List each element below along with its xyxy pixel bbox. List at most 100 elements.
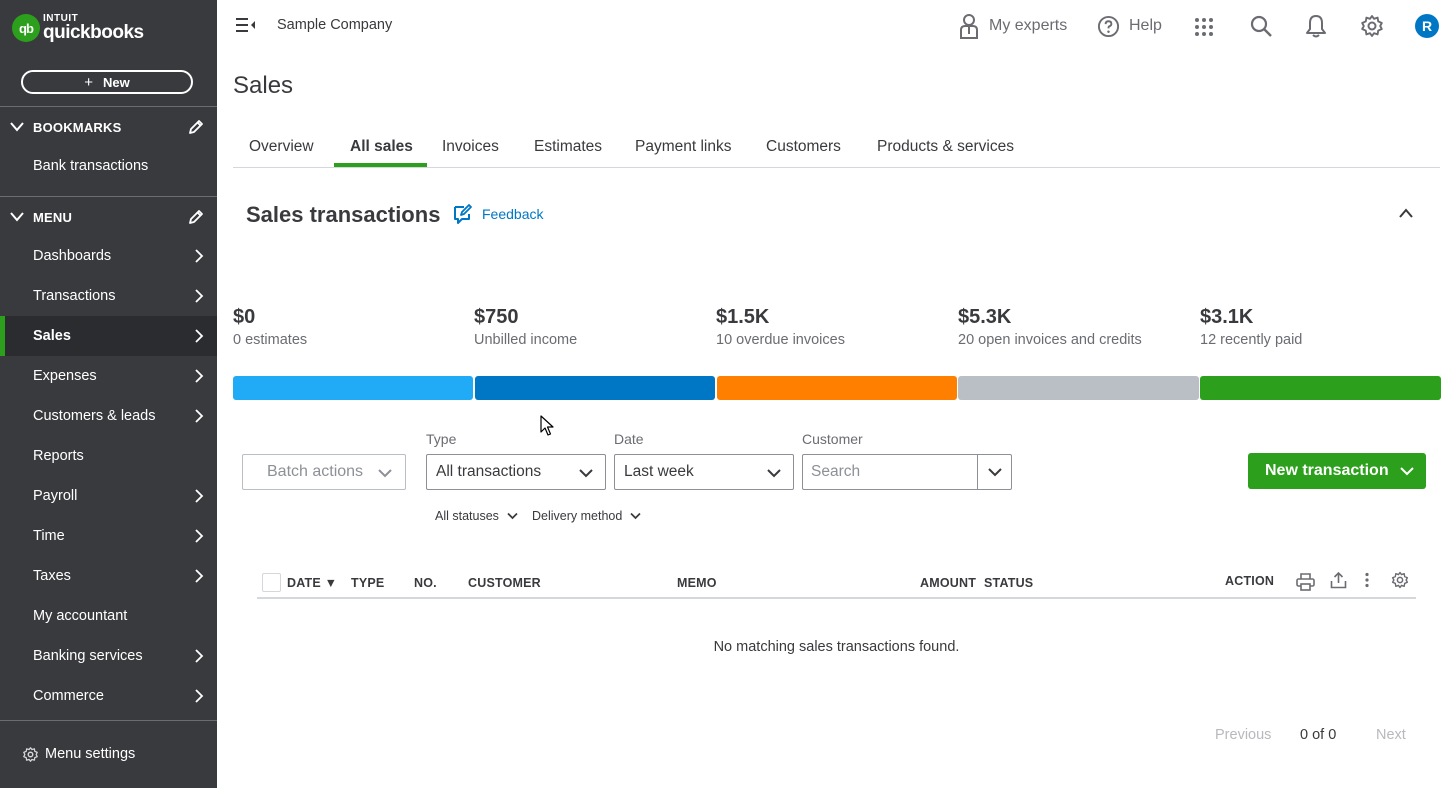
sidebar-item-dashboards[interactable]: Dashboards <box>0 236 217 276</box>
pagination-count: 0 of 0 <box>1300 727 1337 743</box>
tab-customers[interactable]: Customers <box>766 138 841 156</box>
my-experts-button[interactable]: My experts <box>958 12 1067 40</box>
sidebar-divider <box>0 196 217 197</box>
pagination-previous[interactable]: Previous <box>1215 727 1271 743</box>
bookmarks-section-toggle[interactable]: BOOKMARKS <box>0 112 217 142</box>
bookmark-item-bank-transactions[interactable]: Bank transactions <box>0 146 217 186</box>
chevron-right-icon <box>195 569 204 583</box>
collapse-chevron-up-icon[interactable] <box>1398 207 1414 219</box>
chevron-right-icon <box>195 489 204 503</box>
stat-open-invoices[interactable]: $5.3K 20 open invoices and credits <box>958 306 1142 348</box>
sidebar-item-transactions[interactable]: Transactions <box>0 276 217 316</box>
bookmarks-label: BOOKMARKS <box>33 119 122 135</box>
column-header-memo[interactable]: MEMO <box>677 576 717 590</box>
collapse-menu-icon[interactable] <box>235 16 257 34</box>
money-bar-segment-open[interactable] <box>958 376 1199 400</box>
menu-section-toggle[interactable]: MENU <box>0 202 217 232</box>
more-options-icon[interactable] <box>1364 572 1370 588</box>
customer-search-combobox <box>802 454 1012 490</box>
edit-menu-pencil-icon[interactable] <box>187 208 205 226</box>
stat-estimates[interactable]: $0 0 estimates <box>233 306 307 348</box>
batch-actions-dropdown[interactable]: Batch actions <box>242 454 406 490</box>
status-filter-dropdown[interactable]: All statuses <box>435 509 518 523</box>
sidebar-item-reports[interactable]: Reports <box>0 436 217 476</box>
date-filter-select[interactable]: Last week <box>614 454 794 490</box>
new-transaction-button[interactable]: New transaction <box>1248 453 1426 489</box>
column-header-no[interactable]: NO. <box>414 576 437 590</box>
sidebar-item-my-accountant[interactable]: My accountant <box>0 596 217 636</box>
edit-bookmarks-pencil-icon[interactable] <box>187 118 205 136</box>
feedback-link[interactable]: Feedback <box>452 203 543 225</box>
tab-estimates[interactable]: Estimates <box>534 138 602 156</box>
type-filter-select[interactable]: All transactions <box>426 454 606 490</box>
tab-products-services[interactable]: Products & services <box>877 138 1014 156</box>
chevron-right-icon <box>195 329 204 343</box>
sidebar-item-customers-leads[interactable]: Customers & leads <box>0 396 217 436</box>
pagination-next[interactable]: Next <box>1376 727 1406 743</box>
date-filter-value: Last week <box>624 463 694 480</box>
sidebar-item-label: Sales <box>33 328 71 344</box>
notifications-bell-icon[interactable] <box>1305 14 1327 38</box>
tab-overview[interactable]: Overview <box>249 138 314 156</box>
chevron-right-icon <box>195 289 204 303</box>
transactions-table-header: DATE ▼ TYPE NO. CUSTOMER MEMO AMOUNT STA… <box>257 568 1416 599</box>
feedback-icon <box>454 204 472 224</box>
logo-product-text: quickbooks <box>43 22 144 43</box>
money-bar-segment-paid[interactable] <box>1200 376 1441 400</box>
export-icon[interactable] <box>1330 571 1347 589</box>
help-button[interactable]: Help <box>1097 12 1162 40</box>
section-title: Sales transactions <box>246 202 441 227</box>
search-divider <box>977 455 978 489</box>
sidebar-item-expenses[interactable]: Expenses <box>0 356 217 396</box>
user-avatar[interactable]: R <box>1415 14 1439 38</box>
company-name[interactable]: Sample Company <box>277 17 392 33</box>
chevron-down-icon[interactable] <box>987 466 1003 478</box>
sidebar-item-label: Payroll <box>33 488 78 504</box>
tab-invoices[interactable]: Invoices <box>442 138 499 156</box>
search-icon[interactable] <box>1249 14 1273 38</box>
column-header-status[interactable]: STATUS <box>984 576 1033 590</box>
column-header-date[interactable]: DATE ▼ <box>287 576 337 590</box>
column-header-customer[interactable]: CUSTOMER <box>468 576 541 590</box>
chevron-right-icon <box>195 369 204 383</box>
sidebar-item-payroll[interactable]: Payroll <box>0 476 217 516</box>
chevron-right-icon <box>195 529 204 543</box>
stat-recently-paid[interactable]: $3.1K 12 recently paid <box>1200 306 1302 348</box>
chevron-right-icon <box>195 649 204 663</box>
sales-tabs: Overview All sales Invoices Estimates Pa… <box>233 130 1440 168</box>
new-transaction-label: New transaction <box>1265 462 1389 479</box>
tab-payment-links[interactable]: Payment links <box>635 138 731 156</box>
stat-value: $1.5K <box>716 306 770 328</box>
sidebar-item-banking-services[interactable]: Banking services <box>0 636 217 676</box>
chevron-down-icon <box>507 512 518 520</box>
page-title: Sales <box>233 72 294 99</box>
quickbooks-logo[interactable]: qb INTUIT quickbooks <box>12 14 144 42</box>
sidebar-item-taxes[interactable]: Taxes <box>0 556 217 596</box>
money-bar-segment-overdue[interactable] <box>717 376 957 400</box>
tab-all-sales[interactable]: All sales <box>350 138 413 156</box>
sidebar-item-commerce[interactable]: Commerce <box>0 676 217 716</box>
delivery-method-dropdown[interactable]: Delivery method <box>532 509 641 523</box>
sidebar-item-sales[interactable]: Sales <box>0 316 217 356</box>
apps-grid-icon[interactable] <box>1194 17 1214 37</box>
menu-settings-button[interactable]: Menu settings <box>0 734 217 774</box>
stat-unbilled-income[interactable]: $750 Unbilled income <box>474 306 577 348</box>
sidebar-item-time[interactable]: Time <box>0 516 217 556</box>
money-bar-segment-unbilled[interactable] <box>475 376 715 400</box>
feedback-label: Feedback <box>482 206 544 222</box>
customer-filter-label: Customer <box>802 431 863 447</box>
stat-overdue-invoices[interactable]: $1.5K 10 overdue invoices <box>716 306 845 348</box>
chevron-down-icon <box>630 512 641 520</box>
table-settings-gear-icon[interactable] <box>1391 571 1409 589</box>
plus-icon: + <box>84 73 94 91</box>
customer-search-input[interactable] <box>803 455 977 489</box>
select-all-checkbox[interactable] <box>262 573 281 592</box>
stat-label: 0 estimates <box>233 332 308 348</box>
column-header-type[interactable]: TYPE <box>351 576 384 590</box>
print-icon[interactable] <box>1296 573 1315 591</box>
money-bar-segment-estimates[interactable] <box>233 376 473 400</box>
column-header-amount[interactable]: AMOUNT <box>920 576 976 590</box>
settings-gear-icon[interactable] <box>1360 14 1384 38</box>
chevron-right-icon <box>195 409 204 423</box>
new-button[interactable]: + New <box>21 70 193 94</box>
